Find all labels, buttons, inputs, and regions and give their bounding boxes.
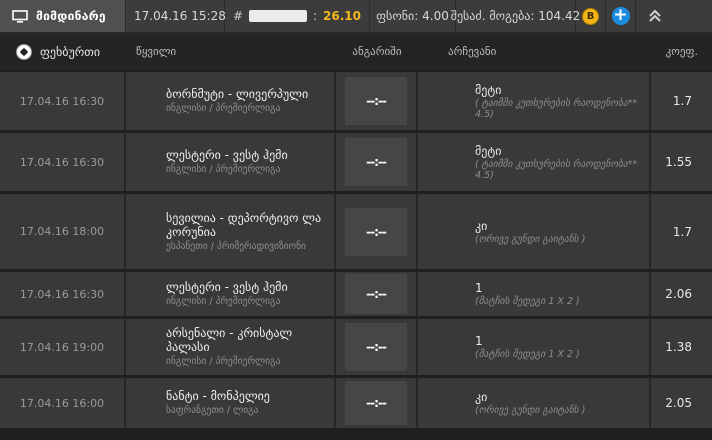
row-outcome: კი (ორივე გუნდი გაიტანს ) <box>418 194 651 269</box>
row-league: ინგლისი / პრემიერლიგა <box>166 164 281 175</box>
row-match: ნანტი - მონპელიე საფრანგეთი / ლიგა <box>126 378 336 428</box>
header-odds: კოეფ. <box>665 45 698 58</box>
possible-win: შესაძ. მოგება: 104.42 <box>451 0 580 32</box>
row-match: ბორნმუტი - ლივერპული ინგლისი / პრემიერლი… <box>126 72 336 130</box>
table-row: 17.04.16 16:30 ბორნმუტი - ლივერპული ინგლ… <box>0 72 712 130</box>
row-outcome: 1 (მატჩის შედეგი 1 X 2 ) <box>418 272 651 316</box>
row-score-cell: --:-- <box>336 72 418 130</box>
row-league: საფრანგეთი / ლიგა <box>166 405 259 416</box>
collapse-button[interactable] <box>636 0 673 32</box>
row-outcome: კი (ორივე გუნდი გაიტანს ) <box>418 378 651 428</box>
bonus-coin-icon: B <box>582 7 599 25</box>
add-button[interactable]: + <box>606 0 636 32</box>
row-odds: 1.55 <box>651 133 712 191</box>
row-match: ლესტერი - ვესტ ჰემი ინგლისი / პრემიერლიგ… <box>126 133 336 191</box>
row-score-cell: --:-- <box>336 133 418 191</box>
ticket-id-redacted <box>249 10 307 22</box>
row-teams: არსენალი - კრისტალ პალასი <box>166 326 293 354</box>
table-header: ფეხბურთი წყვილი ანგარიში არჩევანი კოეფ. <box>0 33 712 70</box>
row-odds: 2.06 <box>651 272 712 316</box>
current-tab-label: მიმდინარე <box>36 9 106 23</box>
possible-win-value: 104.42 <box>538 9 581 23</box>
row-outcome-pick: კი <box>475 390 488 404</box>
stake-value: 4.00 <box>422 9 449 23</box>
row-score: --:-- <box>345 138 407 186</box>
bonus-button[interactable]: B <box>576 0 606 32</box>
row-score-cell: --:-- <box>336 272 418 316</box>
row-score: --:-- <box>345 274 407 314</box>
row-outcome: 1 (მატჩის შედეგი 1 X 2 ) <box>418 319 651 375</box>
total-coefficient: 26.10 <box>323 9 361 23</box>
ticket-id-hash: # <box>233 9 244 23</box>
football-icon <box>16 43 32 60</box>
row-odds: 1.7 <box>651 194 712 269</box>
row-match: სევილია - დეპორტივო ლა კორუნია ესპანეთი … <box>126 194 336 269</box>
row-outcome: მეტი ( ტაიმში კუთხურების რაოდენობა** 4.5… <box>418 72 651 130</box>
row-score: --:-- <box>345 77 407 125</box>
header-outcome: არჩევანი <box>448 45 497 58</box>
row-date: 17.04.16 16:30 <box>0 133 126 191</box>
row-outcome-pick: 1 <box>475 281 483 295</box>
row-league: ინგლისი / პრემიერლიგა <box>166 356 281 367</box>
row-match: არსენალი - კრისტალ პალასი ინგლისი / პრემ… <box>126 319 336 375</box>
row-date: 17.04.16 16:30 <box>0 272 126 316</box>
row-score-cell: --:-- <box>336 378 418 428</box>
monitor-icon <box>12 9 28 23</box>
ticket-id-separator: : <box>312 9 318 23</box>
ticket-datetime: 17.04.16 15:28 <box>126 0 226 32</box>
row-teams: ლესტერი - ვესტ ჰემი <box>166 280 288 294</box>
row-outcome-market: ( ტაიმში კუთხურების რაოდენობა** 4.5) <box>475 158 638 181</box>
row-outcome: მეტი ( ტაიმში კუთხურების რაოდენობა** 4.5… <box>418 133 651 191</box>
table-row: 17.04.16 18:00 სევილია - დეპორტივო ლა კო… <box>0 194 712 269</box>
header-account: ანგარიში <box>352 45 402 58</box>
row-date: 17.04.16 16:00 <box>0 378 126 428</box>
table-row: 17.04.16 16:30 ლესტერი - ვესტ ჰემი ინგლი… <box>0 272 712 316</box>
row-odds: 1.7 <box>651 72 712 130</box>
header-pair: წყვილი <box>136 45 177 58</box>
row-league: ინგლისი / პრემიერლიგა <box>166 296 281 307</box>
header-sport-label: ფეხბურთი <box>40 44 101 59</box>
row-date: 17.04.16 16:30 <box>0 72 126 130</box>
row-outcome-market: (მატჩის შედეგი 1 X 2 ) <box>475 296 580 307</box>
table-row: 17.04.16 16:00 ნანტი - მონპელიე საფრანგე… <box>0 378 712 428</box>
row-odds: 2.05 <box>651 378 712 428</box>
ticket-id: # : 26.10 <box>225 0 370 32</box>
row-outcome-market: ( ტაიმში კუთხურების რაოდენობა** 4.5) <box>475 97 638 120</box>
current-tab[interactable]: მიმდინარე <box>0 0 126 32</box>
row-score-cell: --:-- <box>336 194 418 269</box>
row-outcome-market: (ორივე გუნდი გაიტანს ) <box>475 405 586 416</box>
row-outcome-pick: მეტი <box>475 82 502 97</box>
ticket-topbar: მიმდინარე 17.04.16 15:28 # : 26.10 ფსონი… <box>0 0 712 33</box>
row-outcome-pick: 1 <box>475 334 483 348</box>
row-league: ესპანეთი / პრიმერადივიზიონი <box>166 240 306 252</box>
row-match: ლესტერი - ვესტ ჰემი ინგლისი / პრემიერლიგ… <box>126 272 336 316</box>
row-outcome-market: (მატჩის შედეგი 1 X 2 ) <box>475 349 580 360</box>
stake: ფსონი: 4.00 <box>370 0 456 32</box>
bet-rows: 17.04.16 16:30 ბორნმუტი - ლივერპული ინგლ… <box>0 72 712 431</box>
table-row: 17.04.16 19:00 არსენალი - კრისტალ პალასი… <box>0 319 712 375</box>
possible-win-label: შესაძ. მოგება: <box>450 9 535 23</box>
row-date: 17.04.16 19:00 <box>0 319 126 375</box>
row-outcome-pick: კი <box>475 218 488 233</box>
row-odds: 1.38 <box>651 319 712 375</box>
row-teams: ბორნმუტი - ლივერპული <box>166 87 309 101</box>
row-league: ინგლისი / პრემიერლიგა <box>166 103 281 114</box>
table-row: 17.04.16 16:30 ლესტერი - ვესტ ჰემი ინგლი… <box>0 133 712 191</box>
stake-label: ფსონი: <box>376 9 419 23</box>
row-score-cell: --:-- <box>336 319 418 375</box>
plus-icon: + <box>611 5 630 25</box>
row-score: --:-- <box>345 207 407 256</box>
row-teams: სევილია - დეპორტივო ლა კორუნია <box>166 210 322 239</box>
row-outcome-market: (ორივე გუნდი გაიტანს ) <box>475 233 586 245</box>
row-teams: ლესტერი - ვესტ ჰემი <box>166 148 288 162</box>
row-date: 17.04.16 18:00 <box>0 194 126 269</box>
row-teams: ნანტი - მონპელიე <box>166 389 270 403</box>
row-outcome-pick: მეტი <box>475 143 502 158</box>
row-score: --:-- <box>345 381 407 425</box>
double-chevron-up-icon <box>648 9 661 22</box>
header-sport: ფეხბურთი <box>0 43 126 60</box>
row-score: --:-- <box>345 323 407 371</box>
